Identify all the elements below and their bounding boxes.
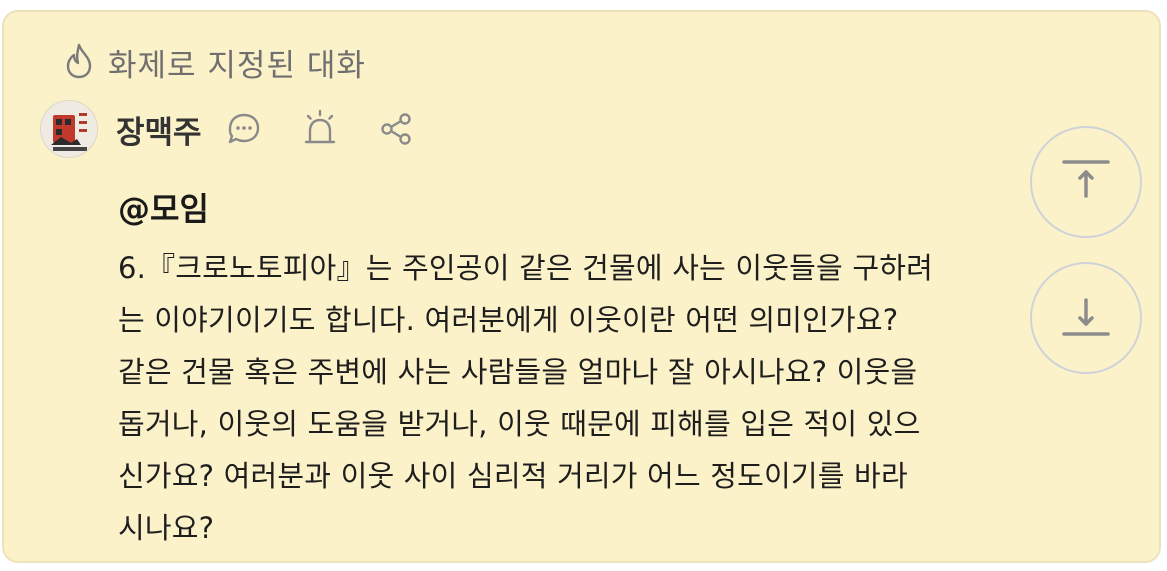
topic-label: 화제로 지정된 대화 bbox=[108, 48, 366, 84]
alarm-icon[interactable] bbox=[300, 109, 340, 149]
share-icon[interactable] bbox=[376, 109, 416, 149]
scroll-to-bottom-button[interactable] bbox=[1030, 262, 1142, 374]
scroll-to-top-icon bbox=[1056, 150, 1116, 214]
scroll-to-bottom-icon bbox=[1056, 286, 1116, 350]
scroll-to-top-button[interactable] bbox=[1030, 126, 1142, 238]
post-body: 6.『크로노토피아』는 주인공이 같은 건물에 사는 이웃들을 구하려 는 이야… bbox=[118, 251, 933, 545]
highlighted-conversation-card: 화제로 지정된 대화 장맥주 @모임 6.『크로노토피아』는 주인공이 같은 건… bbox=[2, 10, 1161, 563]
author-row: 장맥주 bbox=[40, 100, 452, 158]
avatar[interactable] bbox=[40, 100, 98, 158]
author-name[interactable]: 장맥주 bbox=[116, 107, 202, 152]
mention-tag[interactable]: @모임 bbox=[118, 184, 209, 230]
comment-icon[interactable] bbox=[224, 109, 264, 149]
topic-header: 화제로 지정된 대화 bbox=[64, 40, 366, 85]
flame-icon bbox=[64, 42, 94, 84]
